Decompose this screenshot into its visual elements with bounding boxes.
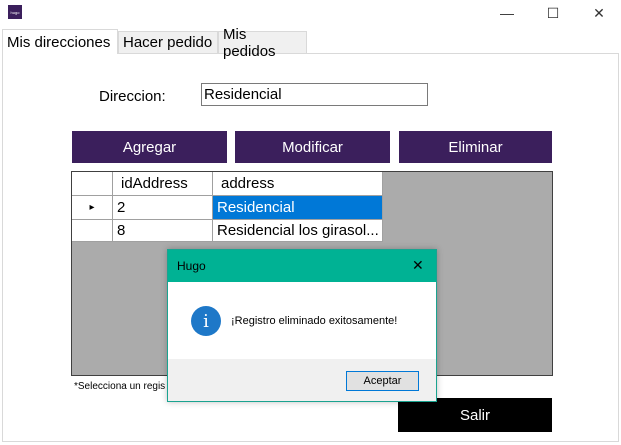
tab-mis-direcciones[interactable]: Mis direcciones [2, 29, 118, 54]
tab-mis-pedidos[interactable]: Mis pedidos [218, 26, 307, 60]
direccion-label: Direccion: [99, 88, 166, 105]
agregar-button[interactable]: Agregar [72, 131, 227, 163]
close-button[interactable]: ✕ [576, 0, 621, 26]
message-dialog: Hugo ✕ i ¡Registro eliminado exitosament… [167, 249, 437, 402]
dialog-title-bar[interactable]: Hugo ✕ [168, 250, 436, 282]
app-icon: hugo [8, 5, 22, 19]
modificar-button[interactable]: Modificar [235, 131, 390, 163]
row-header[interactable] [72, 220, 113, 242]
maximize-button[interactable]: ☐ [530, 0, 576, 26]
eliminar-button[interactable]: Eliminar [399, 131, 552, 163]
dialog-close-icon[interactable]: ✕ [412, 257, 424, 274]
table-cell-idaddress[interactable]: 8 [113, 220, 213, 242]
minimize-button[interactable]: — [484, 0, 530, 26]
table-cell-idaddress[interactable]: 2 [113, 196, 213, 220]
direccion-input[interactable] [201, 83, 428, 106]
column-header-address[interactable]: address [213, 172, 383, 196]
dialog-title: Hugo [177, 259, 206, 273]
tab-hacer-pedido[interactable]: Hacer pedido [118, 31, 218, 53]
column-header-idaddress[interactable]: idAddress [113, 172, 213, 196]
salir-button[interactable]: Salir [398, 398, 552, 432]
accept-button[interactable]: Aceptar [346, 371, 419, 391]
selection-note: *Selecciona un regis [74, 381, 166, 392]
table-cell-address-selected[interactable]: Residencial [213, 196, 383, 220]
dialog-footer: Aceptar [168, 359, 436, 401]
grid-corner-header [72, 172, 113, 196]
row-header-current[interactable]: ▸ [72, 196, 113, 220]
dialog-message: ¡Registro eliminado exitosamente! [231, 315, 398, 327]
info-icon: i [191, 306, 221, 336]
table-cell-address[interactable]: Residencial los girasol... [213, 220, 383, 242]
